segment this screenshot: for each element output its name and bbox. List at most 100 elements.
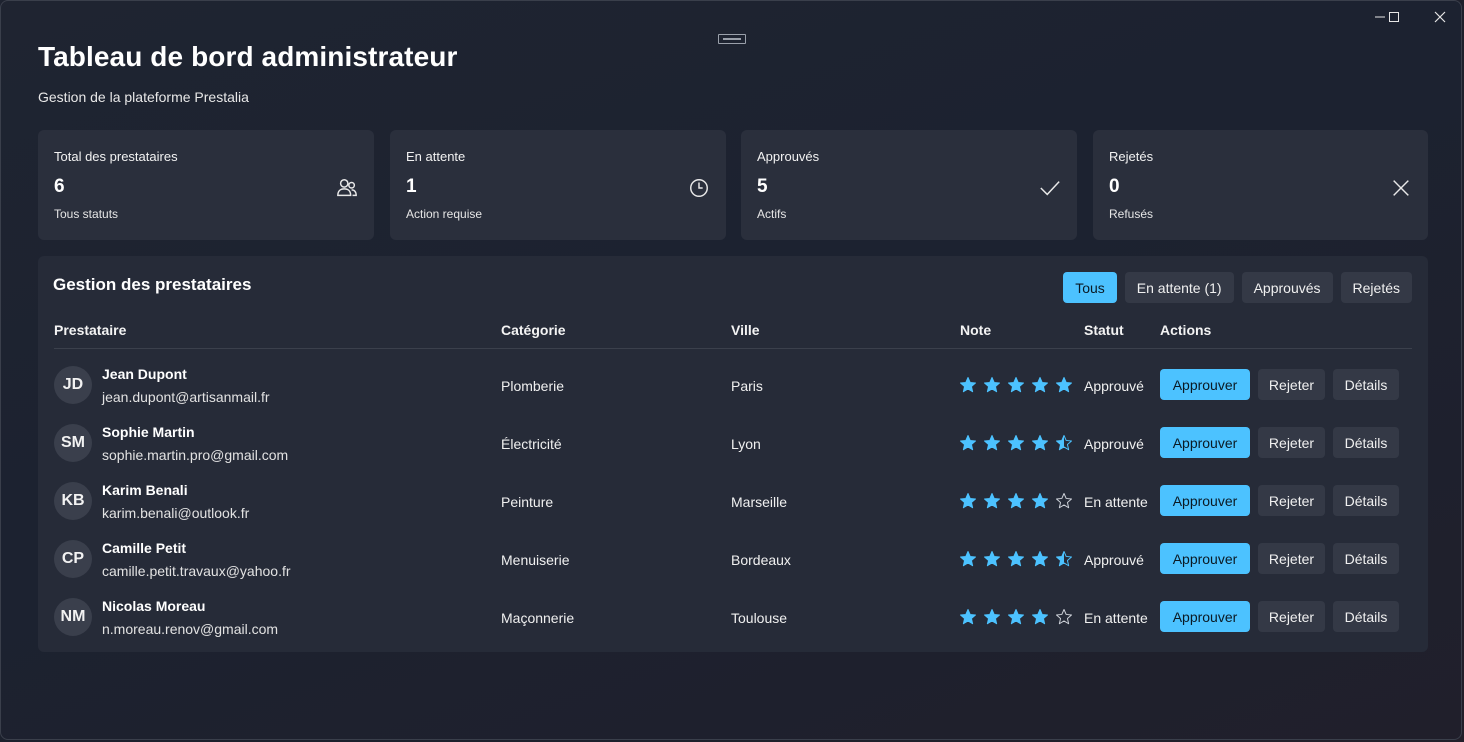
star-icon [984, 435, 1000, 451]
filter-approved-button[interactable]: Approuvés [1241, 272, 1333, 303]
approve-button[interactable]: Approuver [1160, 369, 1250, 400]
provider-category: Plomberie [501, 378, 565, 394]
details-button[interactable]: Détails [1333, 485, 1399, 516]
provider-name: Jean Dupont [102, 366, 187, 382]
star-icon [984, 493, 1000, 509]
provider-name: Camille Petit [102, 540, 187, 556]
rating-stars [959, 608, 1073, 626]
provider-city: Lyon [731, 436, 761, 452]
maximize-button[interactable] [1371, 5, 1417, 29]
column-header-category: Catégorie [501, 322, 566, 338]
filter-bar: Tous En attente (1) Approuvés Rejetés [1063, 272, 1412, 303]
rating-stars [959, 492, 1073, 510]
provider-name: Karim Benali [102, 482, 188, 498]
reject-button[interactable]: Rejeter [1258, 485, 1325, 516]
reject-button[interactable]: Rejeter [1258, 601, 1325, 632]
avatar: KB [54, 482, 92, 520]
table-row: JD Jean Dupont jean.dupont@artisanmail.fr P… [54, 356, 1412, 414]
app-window: Tableau de bord administrateur Gestion d… [0, 0, 1462, 740]
provider-category: Menuiserie [501, 552, 570, 568]
details-button[interactable]: Détails [1333, 369, 1399, 400]
stat-label: Approuvés [757, 149, 820, 164]
panel-title: Gestion des prestataires [53, 275, 252, 294]
stat-value: 0 [1109, 176, 1120, 197]
table-row: SM Sophie Martin sophie.martin.pro@gmail.c… [54, 414, 1412, 472]
filter-pending-button[interactable]: En attente (1) [1124, 272, 1234, 303]
stat-card-rejected: Rejetés 0 Refusés [1093, 130, 1428, 240]
reject-button[interactable]: Rejeter [1258, 369, 1325, 400]
approve-button[interactable]: Approuver [1160, 427, 1250, 458]
provider-city: Bordeaux [731, 552, 791, 568]
star-icon [1056, 493, 1072, 509]
close-icon [1393, 180, 1409, 196]
approve-button[interactable]: Approuver [1160, 485, 1250, 516]
star-icon [1032, 435, 1048, 451]
provider-category: Maçonnerie [501, 610, 575, 626]
close-button[interactable] [1417, 5, 1461, 29]
star-icon [1056, 551, 1072, 567]
provider-email: camille.petit.travaux@yahoo.fr [102, 563, 291, 579]
status-badge: En attente [1084, 610, 1148, 626]
provider-email: sophie.martin.pro@gmail.com [102, 447, 289, 463]
star-icon [1008, 435, 1024, 451]
stat-card-approved: Approuvés 5 Actifs [741, 130, 1077, 240]
stat-value: 5 [757, 176, 768, 197]
status-badge: En attente [1084, 494, 1148, 510]
star-icon [1056, 377, 1072, 393]
column-header-actions: Actions [1160, 322, 1212, 338]
provider-email: n.moreau.renov@gmail.com [102, 621, 279, 637]
status-badge: Approuvé [1084, 436, 1144, 452]
star-icon [1008, 377, 1024, 393]
providers-panel: Gestion des prestataires Tous En attente… [38, 256, 1428, 652]
rating-stars [959, 376, 1073, 394]
close-window-icon [1434, 11, 1446, 23]
avatar: JD [54, 366, 92, 404]
stat-label: Rejetés [1109, 149, 1154, 164]
stat-note: Action requise [406, 207, 483, 221]
provider-city: Paris [731, 378, 763, 394]
stat-card-pending: En attente 1 Action requise [390, 130, 726, 240]
table-row: KB Karim Benali karim.benali@outlook.fr Pei… [54, 472, 1412, 530]
star-icon [984, 551, 1000, 567]
column-header-status: Statut [1084, 322, 1124, 338]
stat-note: Refusés [1109, 207, 1154, 221]
star-icon [1032, 493, 1048, 509]
status-badge: Approuvé [1084, 552, 1144, 568]
reject-button[interactable]: Rejeter [1258, 427, 1325, 458]
column-header-rating: Note [960, 322, 992, 338]
star-icon [960, 377, 976, 393]
filter-all-button[interactable]: Tous [1063, 272, 1117, 303]
rating-stars [959, 550, 1073, 568]
stat-label: Total des prestataires [54, 149, 178, 164]
provider-category: Peinture [501, 494, 554, 510]
table-row: CP Camille Petit camille.petit.travaux@yah… [54, 530, 1412, 588]
avatar: CP [54, 540, 92, 578]
star-icon [1008, 551, 1024, 567]
stat-label: En attente [406, 149, 466, 164]
approve-button[interactable]: Approuver [1160, 543, 1250, 574]
avatar: NM [54, 598, 92, 636]
page-subtitle: Gestion de la plateforme Prestalia [38, 89, 249, 105]
stat-note: Actifs [757, 207, 787, 221]
star-icon [960, 609, 976, 625]
details-button[interactable]: Détails [1333, 543, 1399, 574]
table-header: Prestataire Catégorie Ville Note Statut … [54, 322, 1412, 349]
star-icon [960, 435, 976, 451]
filter-rejected-button[interactable]: Rejetés [1340, 272, 1412, 303]
status-badge: Approuvé [1084, 378, 1144, 394]
details-button[interactable]: Détails [1333, 427, 1399, 458]
star-icon [1032, 551, 1048, 567]
drag-handle[interactable] [718, 34, 746, 44]
clock-icon [690, 179, 708, 197]
provider-category: Électricité [501, 436, 562, 452]
stat-card-total: Total des prestataires 6 Tous statuts [38, 130, 374, 240]
star-icon [1032, 609, 1048, 625]
rating-stars [959, 434, 1073, 452]
provider-city: Toulouse [731, 610, 788, 626]
reject-button[interactable]: Rejeter [1258, 543, 1325, 574]
approve-button[interactable]: Approuver [1160, 601, 1250, 632]
stat-value: 6 [54, 176, 65, 197]
star-icon [1032, 377, 1048, 393]
details-button[interactable]: Détails [1333, 601, 1399, 632]
avatar: SM [54, 424, 92, 462]
